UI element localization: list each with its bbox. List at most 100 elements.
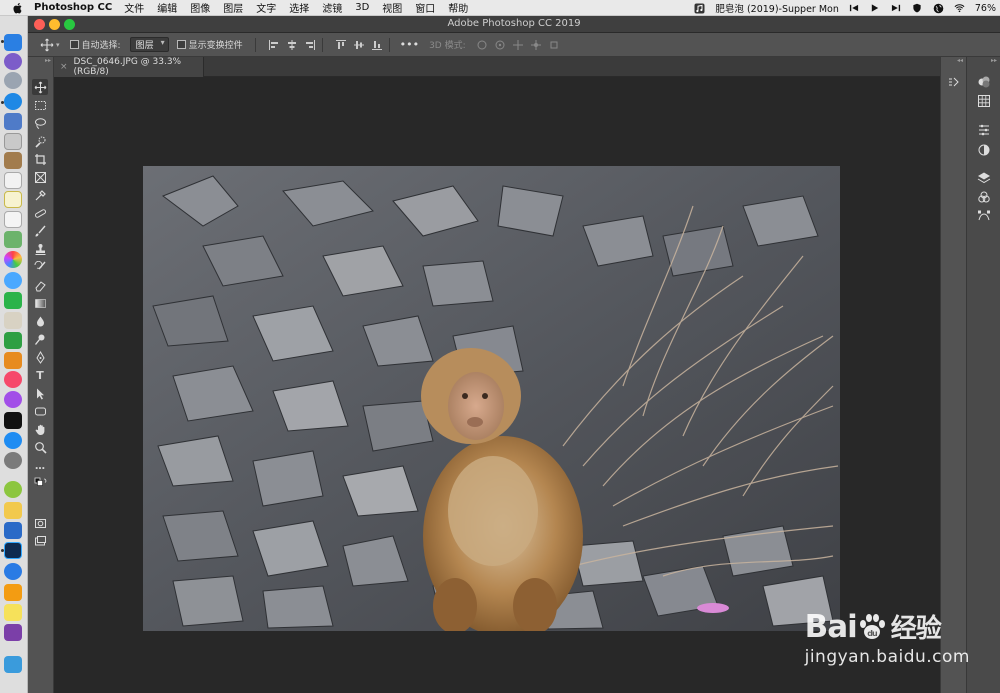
frame-tool[interactable] (32, 169, 48, 185)
facetime-icon[interactable] (4, 292, 22, 309)
siri-icon[interactable] (4, 53, 22, 70)
edit-toolbar-button[interactable]: … (32, 458, 48, 474)
shape-tool[interactable] (32, 403, 48, 419)
next-track-icon[interactable] (891, 3, 902, 14)
menu-type[interactable]: 文字 (256, 0, 276, 15)
menu-layer[interactable]: 图层 (223, 0, 243, 15)
panel-grip[interactable]: ◂◂ (957, 57, 963, 65)
move-tool[interactable] (32, 79, 48, 95)
downloads-folder-icon[interactable] (4, 656, 22, 673)
contacts-icon[interactable] (4, 152, 22, 169)
screen-mode-button[interactable] (32, 533, 48, 549)
document-canvas[interactable] (54, 77, 940, 693)
app-menu[interactable]: Photoshop CC (34, 2, 112, 13)
document-image[interactable] (143, 166, 840, 631)
numbers-icon[interactable] (4, 332, 22, 349)
adjustments-panel-icon[interactable] (977, 143, 991, 157)
default-colors-button[interactable] (32, 475, 48, 491)
messages-icon[interactable] (4, 272, 22, 289)
music-app-icon[interactable] (694, 3, 705, 14)
finder-icon[interactable] (4, 34, 22, 51)
3d-orbit-icon[interactable] (476, 39, 488, 51)
folder-app-icon[interactable] (4, 584, 22, 601)
align-horizontal-center-icon[interactable] (286, 39, 298, 51)
menu-filter[interactable]: 滤镜 (322, 0, 342, 15)
menu-select[interactable]: 选择 (289, 0, 309, 15)
layers-panel-icon[interactable] (977, 171, 991, 185)
shield-icon[interactable] (912, 3, 923, 14)
hand-tool[interactable] (32, 421, 48, 437)
align-vertical-center-icon[interactable] (353, 39, 365, 51)
align-bottom-icon[interactable] (371, 39, 383, 51)
paths-panel-icon[interactable] (977, 209, 991, 223)
3d-scale-icon[interactable] (548, 39, 560, 51)
blur-tool[interactable] (32, 313, 48, 329)
document-tab[interactable]: × DSC_0646.JPG @ 33.3%(RGB/8) (54, 57, 204, 77)
show-transform-checkbox[interactable]: 显示变换控件 (176, 38, 243, 51)
launchpad-icon[interactable] (4, 72, 22, 89)
brush-tool[interactable] (32, 223, 48, 239)
marquee-tool[interactable] (32, 97, 48, 113)
music-icon[interactable] (4, 371, 22, 388)
wifi-icon[interactable] (954, 3, 965, 14)
calendar-icon[interactable] (4, 172, 22, 189)
path-selection-tool[interactable] (32, 385, 48, 401)
system-preferences-icon[interactable] (4, 452, 22, 469)
photos-icon[interactable] (4, 251, 22, 268)
eraser-tool[interactable] (32, 277, 48, 293)
history-brush-tool[interactable] (32, 259, 48, 275)
eyedropper-tool[interactable] (32, 187, 48, 203)
auto-select-checkbox[interactable]: 自动选择: (69, 38, 121, 51)
menu-file[interactable]: 文件 (124, 0, 144, 15)
color-panel-icon[interactable] (977, 75, 991, 89)
menu-edit[interactable]: 编辑 (157, 0, 177, 15)
auto-select-target-dropdown[interactable]: 图层 (129, 37, 169, 52)
apple-tv-icon[interactable] (4, 412, 22, 429)
photo-booth-icon[interactable] (4, 312, 22, 329)
apple-menu-icon[interactable] (12, 2, 24, 14)
3d-roll-icon[interactable] (494, 39, 506, 51)
reminders-icon[interactable] (4, 211, 22, 228)
lasso-tool[interactable] (32, 115, 48, 131)
zoom-tool[interactable] (32, 439, 48, 455)
menu-help[interactable]: 帮助 (448, 0, 468, 15)
properties-panel-icon[interactable] (977, 123, 991, 137)
stickies-icon[interactable] (4, 604, 22, 621)
menu-window[interactable]: 窗口 (415, 0, 435, 15)
move-tool-preset-icon[interactable] (40, 38, 54, 52)
history-panel-icon[interactable] (947, 75, 961, 89)
panel-grip[interactable]: ▸▸ (991, 57, 997, 65)
wps-icon[interactable] (4, 522, 22, 539)
3d-pan-icon[interactable] (512, 39, 524, 51)
crop-tool[interactable] (32, 151, 48, 167)
play-icon[interactable] (870, 3, 881, 14)
swatches-panel-icon[interactable] (977, 94, 991, 108)
photoshop-dock-icon[interactable] (4, 542, 22, 559)
now-playing-title[interactable]: 肥皂泡 (2019)-Supper Mon (715, 1, 838, 15)
pen-tool[interactable] (32, 349, 48, 365)
menu-view[interactable]: 视图 (382, 0, 402, 15)
chrome-like-icon[interactable] (4, 481, 22, 498)
utility-app-icon[interactable] (4, 502, 22, 519)
3d-slide-icon[interactable] (530, 39, 542, 51)
panel-grip[interactable]: ▸▸ (28, 57, 54, 65)
type-tool[interactable]: T (32, 367, 48, 383)
close-icon[interactable]: × (60, 62, 68, 72)
podcasts-icon[interactable] (4, 391, 22, 408)
channels-panel-icon[interactable] (977, 190, 991, 204)
previous-track-icon[interactable] (849, 3, 860, 14)
onenote-icon[interactable] (4, 624, 22, 641)
preview-icon[interactable] (4, 133, 22, 150)
baidu-netdisk-icon[interactable] (4, 563, 22, 580)
chevron-down-icon[interactable]: ▾ (56, 41, 60, 49)
more-options-icon[interactable]: ••• (400, 38, 419, 51)
align-top-icon[interactable] (335, 39, 347, 51)
checkbox-box[interactable] (69, 40, 79, 49)
quick-mask-button[interactable] (32, 515, 48, 531)
mail-icon[interactable] (4, 113, 22, 130)
maps-icon[interactable] (4, 231, 22, 248)
menu-3d[interactable]: 3D (355, 2, 369, 13)
align-left-icon[interactable] (268, 39, 280, 51)
globe-icon[interactable] (933, 3, 944, 14)
dodge-tool[interactable] (32, 331, 48, 347)
